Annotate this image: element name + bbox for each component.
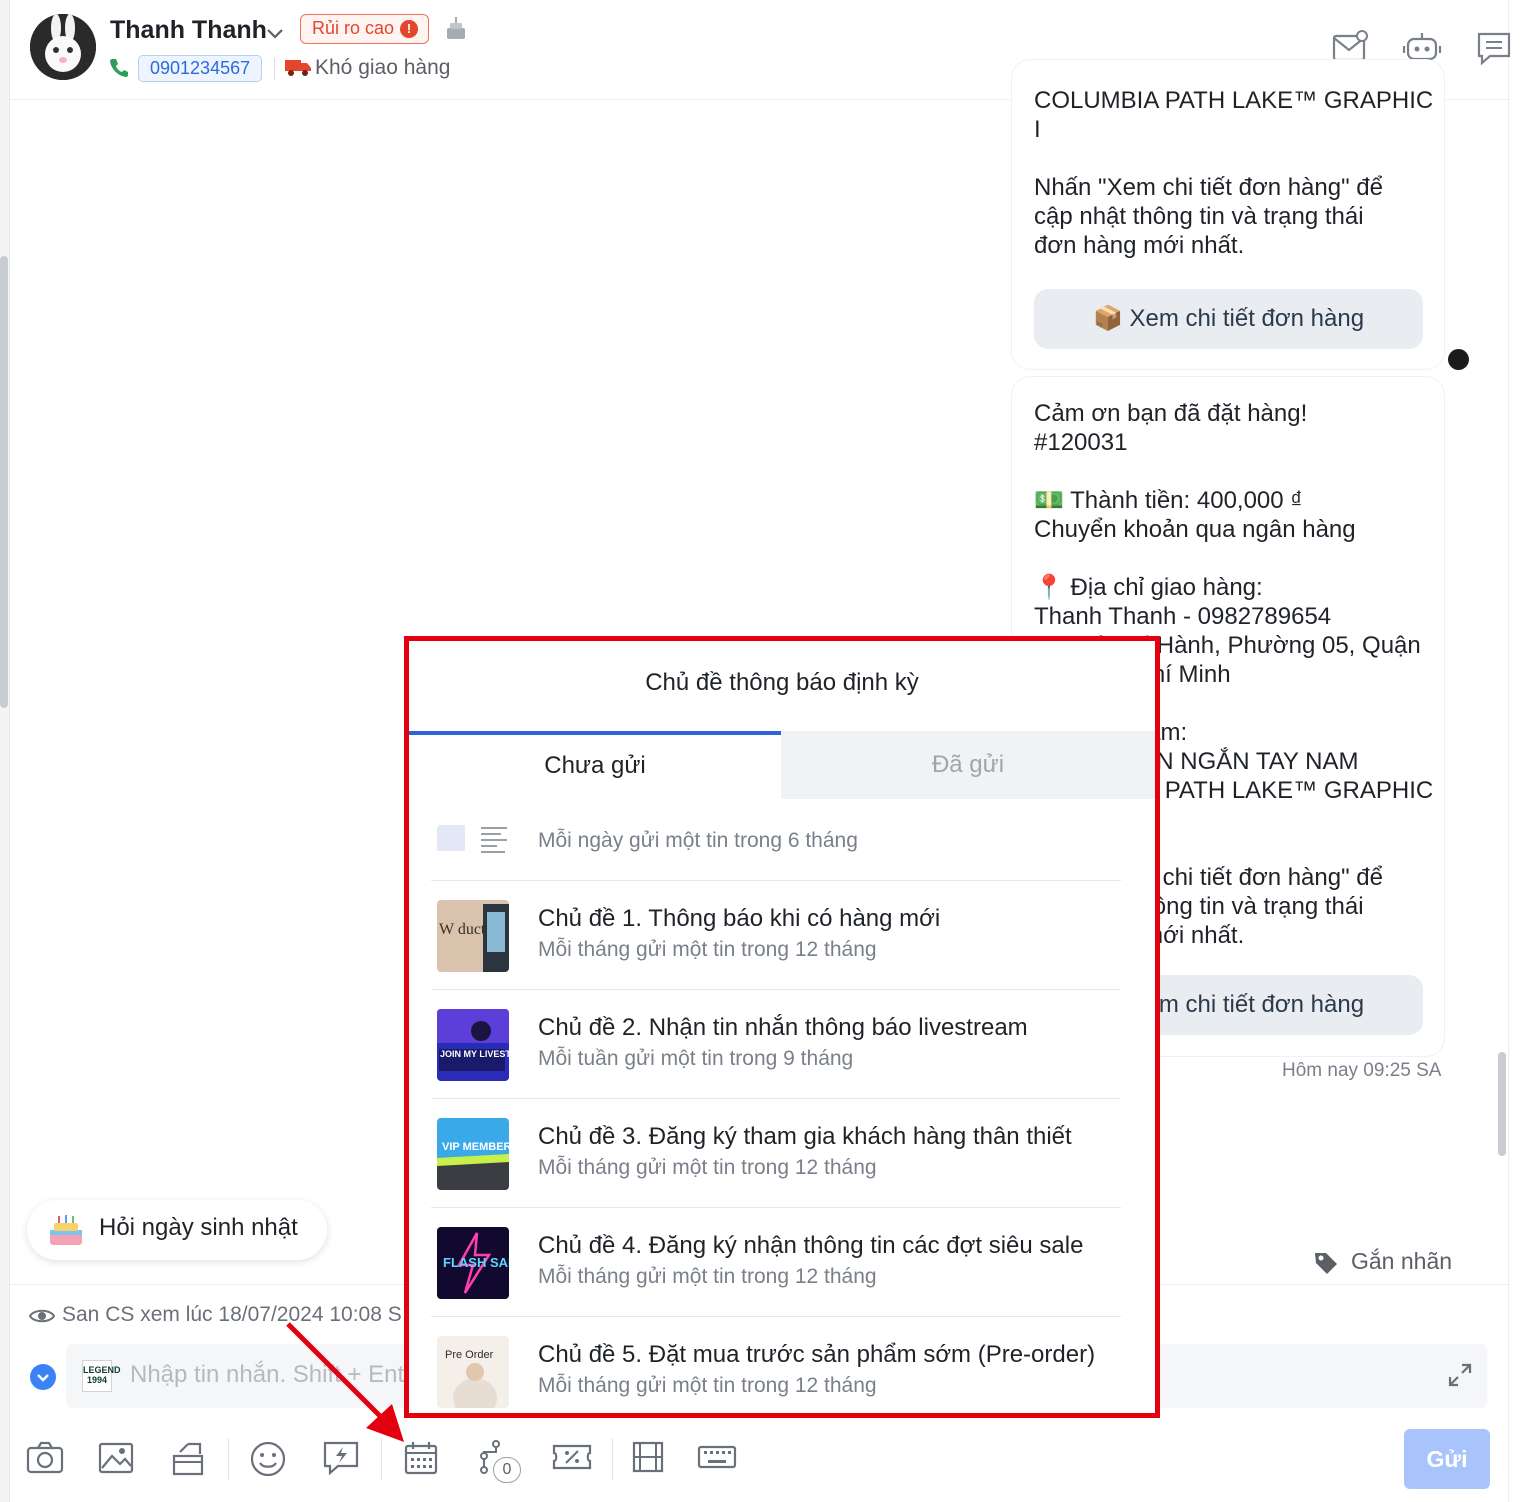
- topic-item[interactable]: JOIN MY LIVESTREAM Chủ đề 2. Nhận tin nh…: [431, 990, 1121, 1099]
- view-order-button[interactable]: 📦 Xem chi tiết đơn hàng: [1034, 289, 1423, 349]
- topic-item[interactable]: VIP MEMBER Chủ đề 3. Đăng ký tham gia kh…: [431, 1099, 1121, 1208]
- thumb-text: VIP MEMBER: [442, 1141, 509, 1153]
- annotation-arrow: [286, 1322, 404, 1442]
- topic-thumbnail: VIP MEMBER: [437, 1118, 509, 1190]
- thumb-text: W duct: [439, 921, 486, 938]
- camera-icon[interactable]: [26, 1440, 64, 1474]
- thumb-text: Pre Order: [445, 1349, 494, 1361]
- send-button[interactable]: Gửi: [1404, 1429, 1490, 1489]
- topic-item[interactable]: Pre Order Chủ đề 5. Đặt mua trước sản ph…: [431, 1317, 1121, 1413]
- tag-button[interactable]: Gắn nhãn: [1283, 1240, 1479, 1284]
- topic-item[interactable]: W duct Chủ đề 1. Thông báo khi có hàng m…: [431, 881, 1121, 990]
- topic-thumbnail: W duct: [437, 900, 509, 972]
- chat-scrollbar[interactable]: [1498, 1052, 1506, 1156]
- tab-sent[interactable]: Đã gửi: [781, 731, 1155, 799]
- page-logo: LEGEND 1994: [82, 1360, 121, 1392]
- topic-thumbnail: Pre Order: [437, 1336, 509, 1408]
- topic-list: Mỗi ngày gửi một tin trong 6 tháng W duc…: [431, 805, 1121, 1413]
- topic-title: Chủ đề 3. Đăng ký tham gia khách hàng th…: [538, 1123, 1072, 1150]
- topic-thumbnail: FLASH SALE: [437, 1227, 509, 1299]
- keyboard-icon[interactable]: [697, 1440, 737, 1474]
- topic-title: Chủ đề 5. Đặt mua trước sản phẩm sớm (Pr…: [538, 1341, 1096, 1368]
- message-text: COLUMBIA PATH LAKE™ GRAPHIC I Nhấn "Xem …: [1034, 87, 1434, 259]
- chevron-down-icon: [37, 1374, 49, 1382]
- chevron-down-icon[interactable]: [264, 22, 286, 44]
- topic-title: Chủ đề 4. Đăng ký nhận thông tin các đợt…: [538, 1232, 1084, 1259]
- phone-icon[interactable]: [108, 56, 130, 78]
- topic-frequency: Mỗi tuần gửi một tin trong 9 tháng: [538, 1047, 854, 1070]
- divider: [274, 58, 275, 80]
- mail-notification-icon[interactable]: [1332, 30, 1368, 64]
- topic-frequency: Mỗi tháng gửi một tin trong 12 tháng: [538, 938, 877, 961]
- topic-frequency: Mỗi tháng gửi một tin trong 12 tháng: [538, 1265, 877, 1288]
- topic-frequency: Mỗi tháng gửi một tin trong 12 tháng: [538, 1156, 877, 1179]
- truck-icon: [285, 60, 311, 76]
- image-icon[interactable]: [98, 1440, 134, 1474]
- thumb-text: JOIN MY LIVESTREAM: [440, 1049, 509, 1059]
- right-panel-edge: [1508, 0, 1520, 1502]
- product-icon[interactable]: [170, 1440, 208, 1476]
- birthday-cake-icon: [447, 17, 465, 39]
- left-panel-edge: [0, 0, 10, 1502]
- contact-name[interactable]: Thanh Thanh: [110, 16, 267, 45]
- channel-dropdown[interactable]: [30, 1364, 56, 1390]
- birthday-cake-icon: [50, 1215, 82, 1245]
- delivery-note: Khó giao hàng: [315, 56, 451, 79]
- note-icon[interactable]: [1476, 30, 1512, 66]
- periodic-topic-popup: Chủ đề thông báo định kỳ Chưa gửi Đã gửi…: [404, 636, 1160, 1418]
- tab-unsent[interactable]: Chưa gửi: [409, 731, 781, 799]
- topic-thumbnail: JOIN MY LIVESTREAM: [437, 1009, 509, 1081]
- eye-icon: [28, 1309, 56, 1323]
- topic-frequency: Mỗi tháng gửi một tin trong 12 tháng: [538, 1374, 877, 1397]
- topic-frequency: Mỗi ngày gửi một tin trong 6 tháng: [538, 829, 858, 852]
- bot-message: COLUMBIA PATH LAKE™ GRAPHIC I Nhấn "Xem …: [1012, 60, 1444, 369]
- expand-icon[interactable]: [1447, 1362, 1473, 1388]
- ask-birthday-label: Hỏi ngày sinh nhật: [99, 1214, 298, 1241]
- topic-title: Chủ đề 2. Nhận tin nhắn thông báo livest…: [538, 1014, 1028, 1041]
- phone-number[interactable]: 0901234567: [138, 55, 263, 82]
- message-timestamp: Hôm nay 09:25 SA: [1282, 1060, 1442, 1081]
- topic-item[interactable]: FLASH SALE Chủ đề 4. Đăng ký nhận thông …: [431, 1208, 1121, 1317]
- coupon-icon[interactable]: [552, 1440, 592, 1474]
- video-icon[interactable]: [632, 1440, 664, 1474]
- topic-thumbnail: [437, 825, 509, 861]
- flow-count-badge: 0: [493, 1457, 521, 1483]
- risk-label: Rủi ro cao: [312, 18, 395, 38]
- popup-tabs: Chưa gửi Đã gửi: [409, 731, 1155, 799]
- toolbar-divider: [612, 1438, 613, 1480]
- tag-icon: [1315, 1253, 1337, 1274]
- popup-title: Chủ đề thông báo định kỳ: [645, 669, 919, 696]
- bot-avatar: [1448, 349, 1469, 370]
- topic-title: Chủ đề 1. Thông báo khi có hàng mới: [538, 905, 941, 932]
- topic-item[interactable]: Mỗi ngày gửi một tin trong 6 tháng: [431, 805, 1121, 881]
- left-scrollbar[interactable]: [0, 256, 8, 708]
- toolbar-divider: [228, 1438, 229, 1480]
- thumb-text: FLASH SALE: [443, 1255, 509, 1270]
- avatar[interactable]: [30, 14, 96, 80]
- alert-icon: !: [400, 20, 419, 38]
- ask-birthday-chip[interactable]: Hỏi ngày sinh nhật: [27, 1200, 327, 1260]
- tag-label: Gắn nhãn: [1351, 1248, 1453, 1274]
- risk-badge: Rủi ro cao !: [300, 14, 430, 44]
